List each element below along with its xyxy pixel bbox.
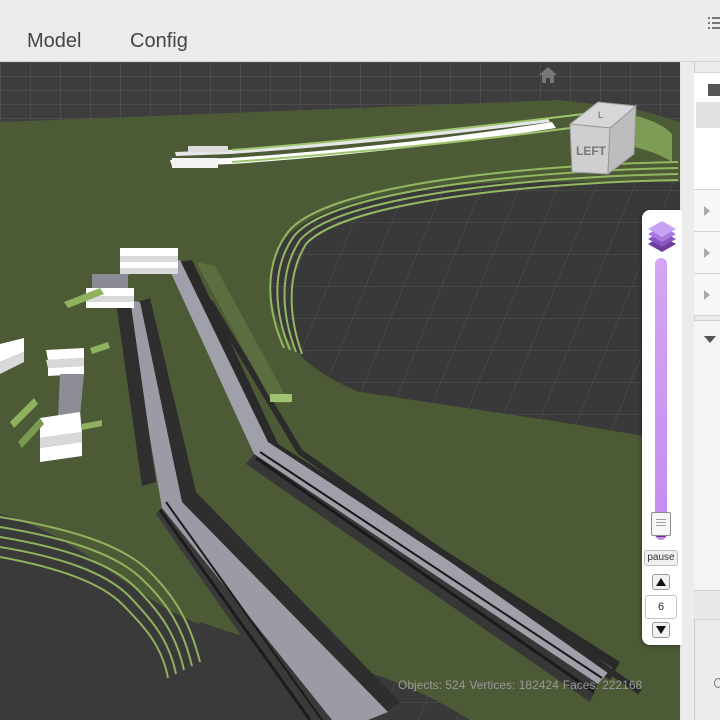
menu-list-icon[interactable] [708,14,720,34]
tab-config[interactable]: Config [130,30,188,53]
stats-faces: Faces: 222168 [562,678,643,692]
chevron-right-icon [704,206,710,216]
layers-stack-icon[interactable] [645,216,679,256]
layer-slider-handle[interactable] [651,512,671,536]
view-cube-label: LEFT [576,144,607,158]
circle-icon[interactable] [714,678,720,688]
collapsed-section-3[interactable] [694,274,720,316]
right-side-panel [682,62,720,720]
arrow-down-icon [656,626,666,634]
layer-number-input[interactable]: 6 [645,595,677,619]
3d-scene: L LEFT [0,62,680,720]
expanded-section [694,320,720,592]
layer-slider-panel: pause 6 [642,210,682,645]
chevron-down-icon[interactable] [704,336,716,343]
layer-down-button[interactable] [652,622,670,638]
view-cube-top-label: L [598,110,603,120]
stats-vertices: Vertices: 182424 [469,678,559,692]
tab-model[interactable]: Model [27,30,81,53]
app-window: Model Config L LEFT Objects: 524 Vertice… [0,0,720,720]
home-icon[interactable] [538,66,558,84]
chevron-right-icon [704,248,710,258]
arrow-up-icon [656,578,666,586]
layer-up-button[interactable] [652,574,670,590]
pause-button[interactable]: pause [644,550,678,566]
scene-stats: Objects: 524 Vertices: 182424 Faces: 22216… [398,678,646,692]
chevron-right-icon [704,290,710,300]
expanded-section-footer [694,590,720,620]
collapsed-section-2[interactable] [694,232,720,274]
3d-viewport[interactable]: L LEFT Objects: 524 Vertices: 182424 Fac… [0,62,680,720]
collapsed-section-1[interactable] [694,190,720,232]
stats-objects: Objects: 524 [398,678,466,692]
top-tab-bar: Model Config [0,0,720,62]
object-list-checkbox[interactable] [708,84,720,96]
object-list-row[interactable] [696,102,720,128]
layer-slider-track[interactable] [655,258,667,540]
